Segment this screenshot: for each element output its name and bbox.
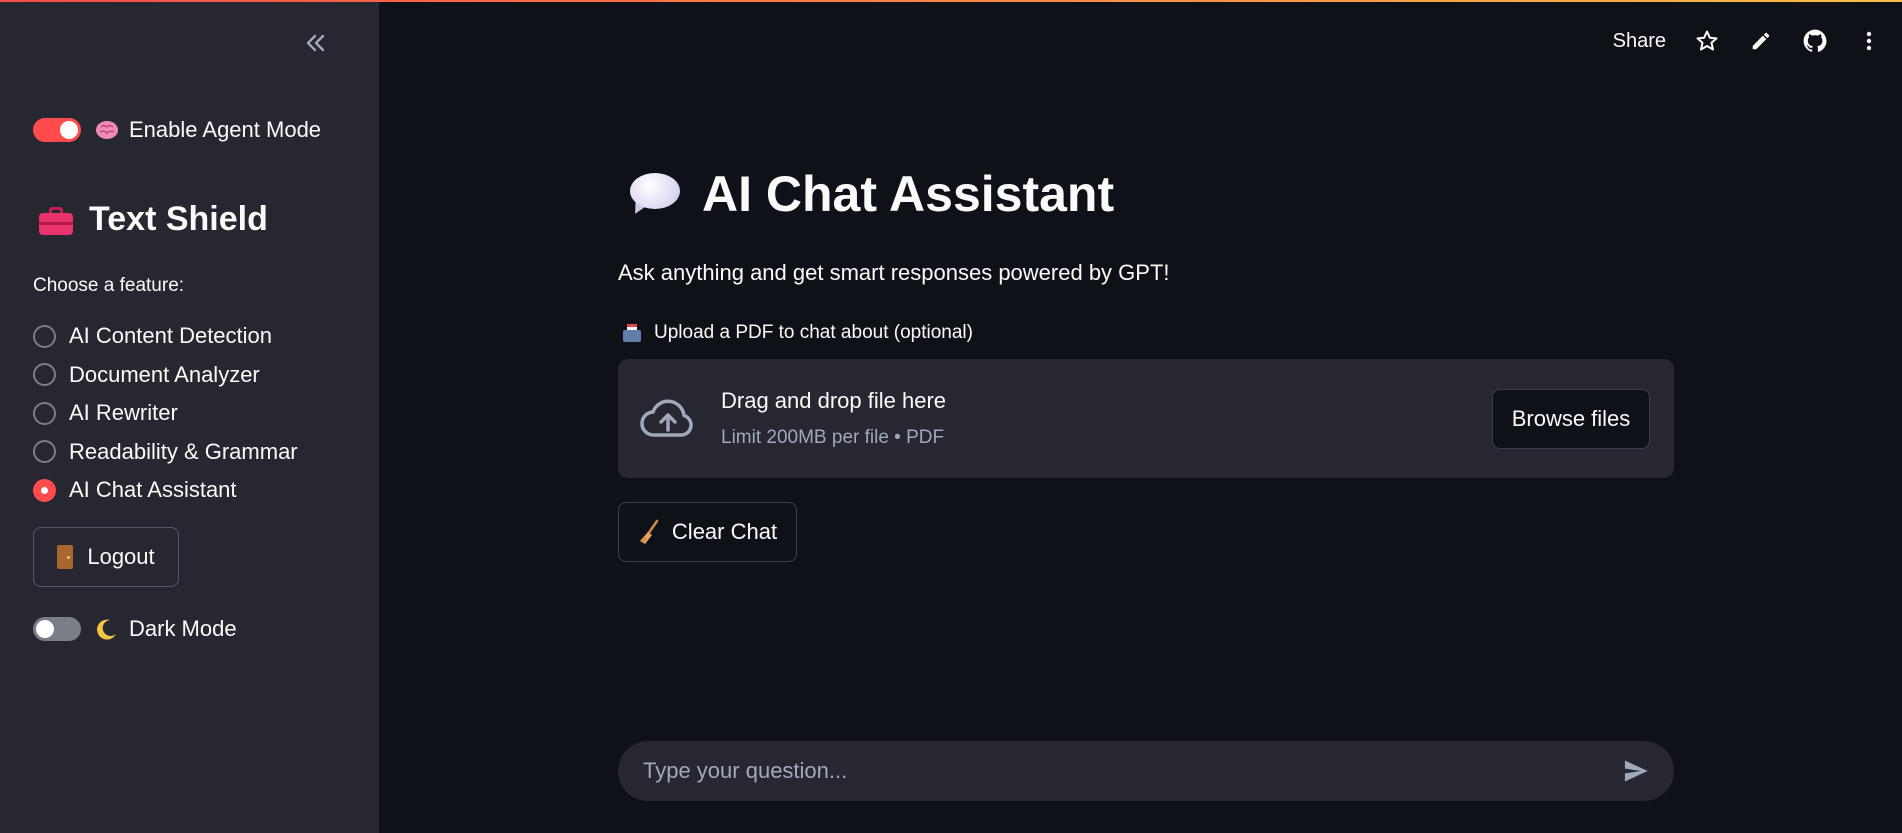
feature-option-label: AI Content Detection — [69, 323, 273, 349]
feature-option-label: AI Rewriter — [69, 400, 178, 426]
github-icon[interactable] — [1802, 28, 1828, 54]
upload-label-text: Upload a PDF to chat about (optional) — [654, 322, 973, 343]
feature-option-ai-rewriter[interactable]: AI Rewriter — [33, 394, 298, 433]
send-button[interactable] — [1616, 751, 1656, 791]
feature-prompt: Choose a feature: — [33, 275, 185, 296]
radio-button[interactable] — [33, 401, 56, 425]
radio-button[interactable] — [33, 363, 56, 387]
clear-chat-label: Clear Chat — [671, 519, 778, 544]
page-title: AI Chat Assistant — [618, 165, 1114, 223]
sidebar: Enable Agent Mode Text Shield Choose a f… — [0, 0, 379, 833]
feature-radio-group: AI Content Detection Document Analyzer A… — [33, 317, 298, 510]
agent-mode-label: Enable Agent Mode — [129, 117, 322, 142]
feature-option-readability-grammar[interactable]: Readability & Grammar — [33, 433, 298, 472]
feature-option-label: AI Chat Assistant — [69, 477, 237, 503]
chat-input-bar — [618, 741, 1674, 801]
browse-files-button[interactable]: Browse files — [1492, 389, 1650, 449]
page-title-text: AI Chat Assistant — [702, 166, 1115, 222]
star-icon[interactable] — [1694, 28, 1720, 54]
feature-option-ai-content-detection[interactable]: AI Content Detection — [33, 317, 298, 356]
chat-question-input[interactable] — [618, 741, 1616, 801]
door-icon — [57, 545, 74, 569]
agent-mode-toggle[interactable]: Enable Agent Mode — [33, 117, 321, 143]
broom-icon — [639, 519, 659, 544]
feature-option-label: Readability & Grammar — [69, 438, 298, 464]
feature-option-label: Document Analyzer — [69, 361, 260, 387]
dark-mode-switch[interactable] — [33, 617, 81, 641]
dropzone-limit: Limit 200MB per file • PDF — [721, 427, 945, 448]
top-accent-bar — [0, 0, 1902, 2]
send-icon — [1624, 760, 1648, 782]
dark-mode-toggle[interactable]: Dark Mode — [33, 616, 237, 642]
radio-button-selected[interactable] — [33, 478, 56, 502]
upload-label: Upload a PDF to chat about (optional) — [622, 322, 973, 344]
agent-mode-switch[interactable] — [33, 118, 81, 142]
clear-chat-button[interactable]: Clear Chat — [618, 502, 797, 562]
dark-mode-label: Dark Mode — [129, 616, 237, 641]
double-chevron-left-icon — [306, 34, 325, 52]
feature-option-document-analyzer[interactable]: Document Analyzer — [33, 356, 298, 395]
pencil-icon[interactable] — [1748, 28, 1774, 54]
cloud-upload-icon — [640, 399, 693, 437]
dropzone-title: Drag and drop file here — [721, 388, 947, 413]
page-subtitle: Ask anything and get smart responses pow… — [618, 260, 1170, 285]
radio-button[interactable] — [33, 440, 56, 464]
share-button[interactable]: Share — [1613, 30, 1666, 53]
radio-button[interactable] — [33, 324, 56, 348]
logout-button[interactable]: Logout — [33, 527, 179, 587]
header-toolbar: Share — [1613, 28, 1882, 54]
logout-label: Logout — [87, 544, 155, 569]
speech-bubble-icon — [628, 171, 684, 218]
file-dropzone[interactable]: Drag and drop file here Limit 200MB per … — [618, 359, 1674, 478]
feature-option-ai-chat-assistant[interactable]: AI Chat Assistant — [33, 471, 298, 510]
brain-icon — [96, 121, 118, 139]
sidebar-title-text: Text Shield — [89, 200, 268, 238]
crescent-moon-icon — [97, 619, 116, 640]
sidebar-title: Text Shield — [37, 200, 268, 239]
toolbox-icon — [37, 205, 75, 235]
inbox-tray-icon — [622, 323, 642, 343]
more-vertical-icon[interactable] — [1856, 28, 1882, 54]
collapse-sidebar-button[interactable] — [300, 28, 330, 58]
